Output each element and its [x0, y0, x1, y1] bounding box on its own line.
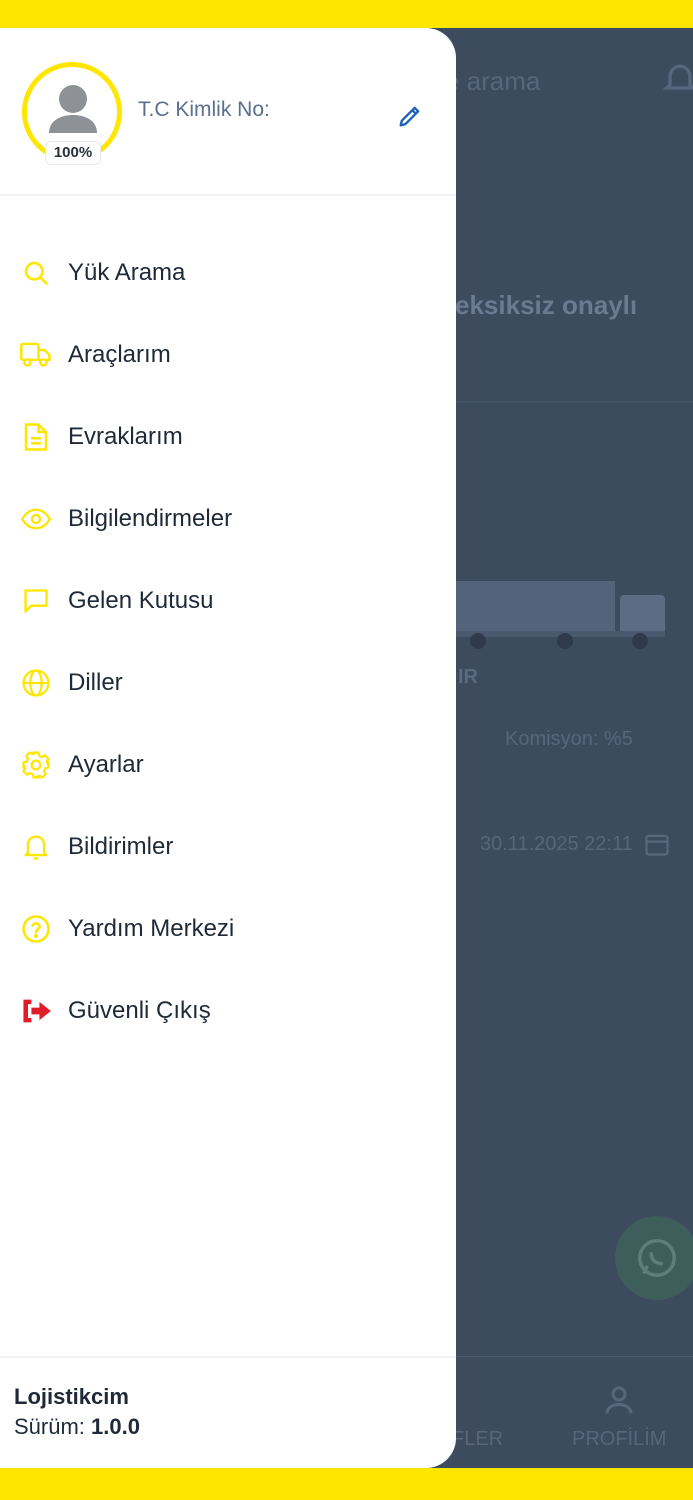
background-nav-divider: [456, 1356, 693, 1357]
bottom-system-bar: [0, 1468, 693, 1500]
background-divider: [456, 401, 693, 403]
profile-completion-badge: 100%: [45, 141, 101, 165]
background-date: 30.11.2025 22:11: [480, 833, 633, 855]
drawer-footer: Lojistikcim Sürüm: 1.0.0: [0, 1356, 456, 1468]
background-nav-profile: PROFİLİM: [572, 1428, 667, 1450]
status-bar: [0, 0, 693, 28]
menu-item-yuk-arama[interactable]: Yük Arama: [0, 232, 456, 314]
side-drawer: 100% T.C Kimlik No: Yük Arama Araçlarım …: [0, 28, 456, 1468]
version-label: Sürüm:: [14, 1414, 85, 1439]
globe-icon: [20, 667, 52, 699]
menu-item-label: Evraklarım: [68, 423, 183, 450]
menu-item-label: Yük Arama: [68, 259, 186, 286]
person-icon: [49, 85, 97, 133]
menu-item-yardim-merkezi[interactable]: Yardım Merkezi: [0, 888, 456, 970]
truck-icon: [20, 339, 52, 371]
profile-header: 100% T.C Kimlik No:: [0, 28, 456, 196]
background-headline: eksiksiz onaylı: [455, 290, 638, 320]
menu-item-label: Güvenli Çıkış: [68, 997, 211, 1024]
avatar[interactable]: 100%: [22, 62, 122, 165]
menu-item-label: Araçlarım: [68, 341, 171, 368]
edit-icon[interactable]: [396, 102, 424, 130]
menu-item-bilgilendirmeler[interactable]: Bilgilendirmeler: [0, 478, 456, 560]
tc-kimlik-label: T.C Kimlik No:: [138, 98, 270, 121]
search-icon: [20, 257, 52, 289]
background-calendar-icon: [645, 834, 669, 856]
background-bell-icon: [662, 64, 693, 90]
menu-item-label: Gelen Kutusu: [68, 587, 214, 614]
menu-item-label: Ayarlar: [68, 751, 144, 778]
menu-item-diller[interactable]: Diller: [0, 642, 456, 724]
menu-item-label: Bilgilendirmeler: [68, 505, 233, 532]
menu-item-evraklarim[interactable]: Evraklarım: [0, 396, 456, 478]
menu-item-guvenli-cikis[interactable]: Güvenli Çıkış: [0, 970, 456, 1052]
background-nav-left: FLER: [452, 1428, 504, 1450]
app-version: Sürüm: 1.0.0: [14, 1414, 140, 1440]
menu-item-ayarlar[interactable]: Ayarlar: [0, 724, 456, 806]
background-ir-text: IR: [458, 666, 478, 688]
message-icon: [20, 585, 52, 617]
menu-item-label: Bildirimler: [68, 833, 174, 860]
gear-icon: [20, 749, 52, 781]
background-komisyon: Komisyon: %5: [505, 728, 633, 750]
menu-item-label: Yardım Merkezi: [68, 915, 235, 942]
logout-icon: [20, 995, 52, 1027]
document-icon: [20, 421, 52, 453]
menu-item-araclarim[interactable]: Araçlarım: [0, 314, 456, 396]
background-truck-image: [450, 581, 665, 649]
menu-item-bildirimler[interactable]: Bildirimler: [0, 806, 456, 888]
help-icon: [20, 913, 52, 945]
version-value: 1.0.0: [91, 1414, 140, 1439]
app-name: Lojistikcim: [14, 1384, 129, 1409]
eye-icon: [20, 503, 52, 535]
whatsapp-button[interactable]: [615, 1216, 693, 1300]
menu-item-gelen-kutusu[interactable]: Gelen Kutusu: [0, 560, 456, 642]
drawer-menu: Yük Arama Araçlarım Evraklarım Bilgilend…: [0, 232, 456, 1052]
background-profile-icon: [605, 1386, 633, 1414]
bell-icon: [20, 831, 52, 863]
background-search-text: e arama: [445, 66, 541, 96]
menu-item-label: Diller: [68, 669, 123, 696]
whatsapp-icon: [638, 1239, 676, 1277]
